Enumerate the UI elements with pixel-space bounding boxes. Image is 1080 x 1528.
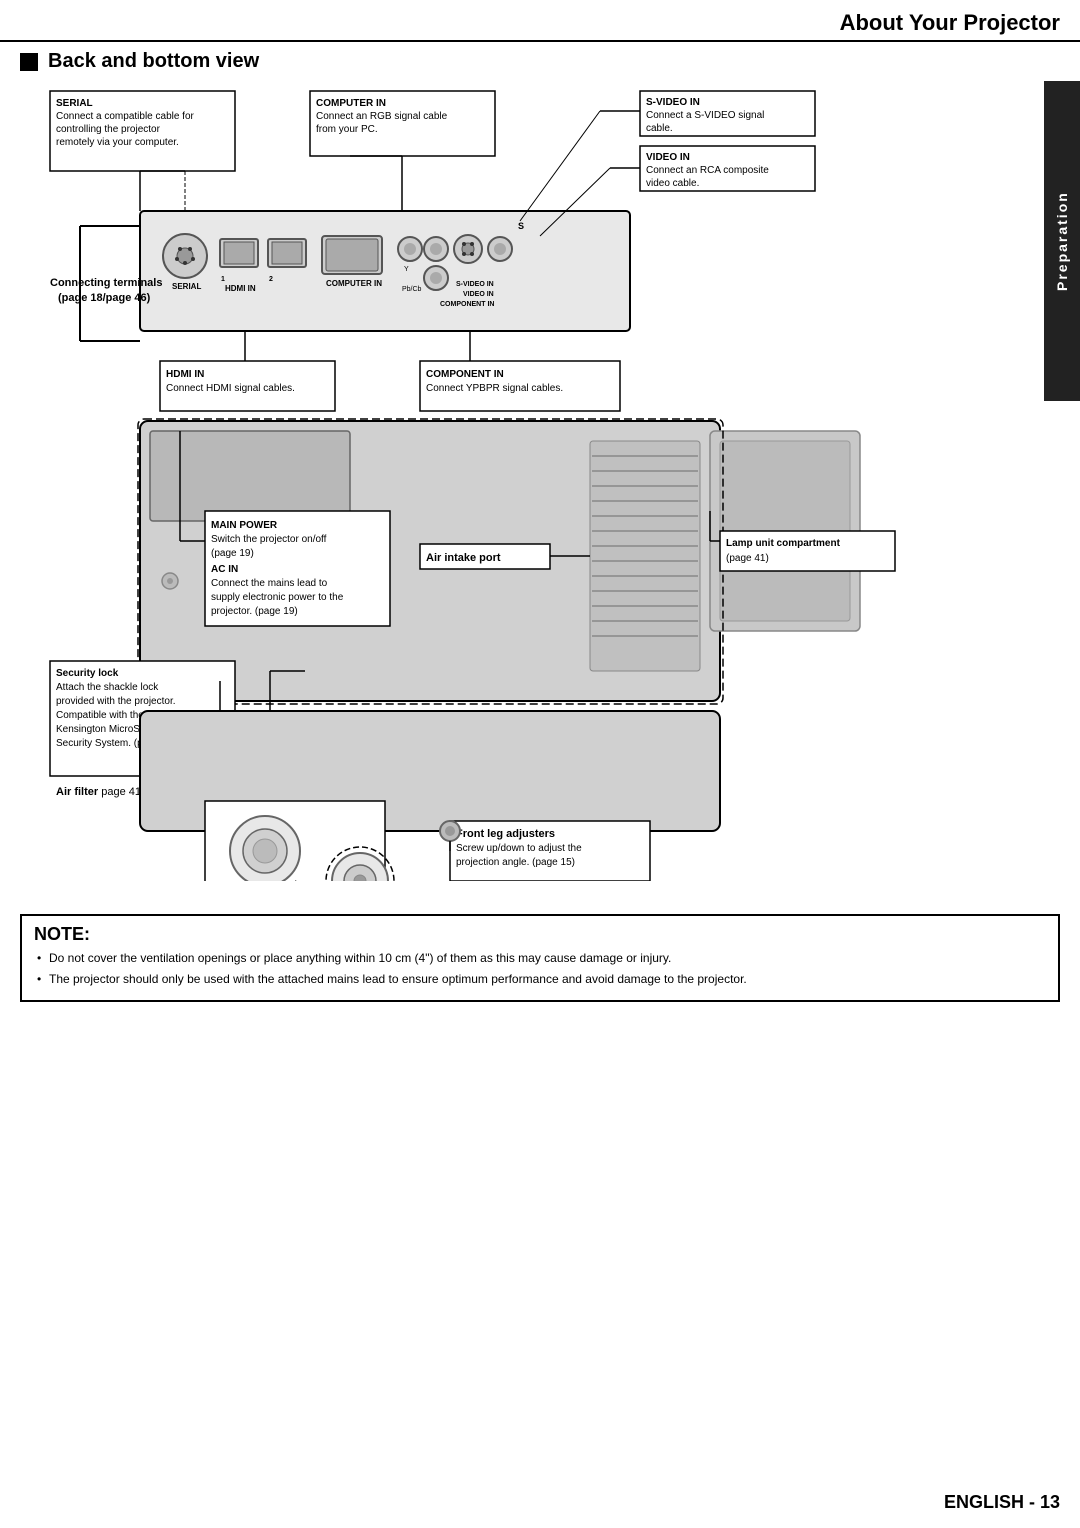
- svg-text:COMPUTER IN: COMPUTER IN: [326, 279, 382, 288]
- svg-text:Connecting terminals: Connecting terminals: [50, 277, 162, 289]
- svg-text:Air filter page 41: Air filter page 41: [56, 786, 141, 798]
- section-title: Back and bottom view: [48, 50, 259, 73]
- svg-text:projector. (page 19): projector. (page 19): [211, 606, 298, 617]
- page-title: About Your Projector: [840, 10, 1060, 36]
- main-diagram: SERIAL Connect a compatible cable for co…: [20, 81, 1040, 881]
- svg-text:VIDEO IN: VIDEO IN: [463, 291, 494, 298]
- svg-text:S-VIDEO IN: S-VIDEO IN: [456, 281, 494, 288]
- svg-text:SERIAL: SERIAL: [172, 282, 201, 291]
- note-item-1: Do not cover the ventilation openings or…: [34, 950, 1046, 967]
- svg-text:Front leg adjusters: Front leg adjusters: [456, 828, 555, 840]
- svg-text:controlling the projector: controlling the projector: [56, 124, 161, 135]
- svg-text:Air intake port: Air intake port: [426, 552, 501, 564]
- svg-text:VIDEO IN: VIDEO IN: [646, 152, 690, 163]
- section-title-bar: Back and bottom view: [0, 42, 1080, 81]
- svg-text:Connect a compatible cable for: Connect a compatible cable for: [56, 111, 195, 122]
- svg-text:cable.: cable.: [646, 123, 673, 134]
- section-icon: [20, 53, 38, 71]
- svg-text:(page 18/page 46): (page 18/page 46): [58, 292, 151, 304]
- note-section: NOTE: Do not cover the ventilation openi…: [20, 914, 1060, 1002]
- svg-text:COMPONENT IN: COMPONENT IN: [426, 369, 504, 380]
- svg-text:Connect an RGB signal cable: Connect an RGB signal cable: [316, 111, 448, 122]
- svg-text:SERIAL: SERIAL: [56, 98, 93, 109]
- svg-text:S-VIDEO IN: S-VIDEO IN: [646, 97, 700, 108]
- svg-text:(page 41): (page 41): [726, 553, 769, 564]
- svg-text:Connect HDMI signal cables.: Connect HDMI signal cables.: [166, 383, 295, 394]
- svg-text:Screw up/down to adjust the: Screw up/down to adjust the: [456, 843, 582, 854]
- page-footer: ENGLISH - 13: [944, 1492, 1060, 1513]
- svg-text:COMPUTER IN: COMPUTER IN: [316, 98, 386, 109]
- main-content: Preparation SERIAL Connect a compatible …: [0, 81, 1080, 904]
- svg-text:Security lock: Security lock: [56, 668, 119, 679]
- note-item-2: The projector should only be used with t…: [34, 971, 1046, 988]
- svg-text:2: 2: [269, 276, 273, 283]
- svg-text:(page 19): (page 19): [211, 548, 254, 559]
- svg-text:Connect an RCA composite: Connect an RCA composite: [646, 165, 769, 176]
- svg-text:video cable.: video cable.: [646, 178, 699, 189]
- page: About Your Projector Back and bottom vie…: [0, 0, 1080, 1528]
- svg-text:MAIN POWER: MAIN POWER: [211, 520, 278, 531]
- page-header: About Your Projector: [0, 0, 1080, 42]
- svg-text:Attach the shackle lock: Attach the shackle lock: [56, 682, 159, 693]
- svg-text:Switch the projector on/off: Switch the projector on/off: [211, 534, 327, 545]
- svg-text:HDMI IN: HDMI IN: [225, 284, 256, 293]
- note-title: NOTE:: [34, 924, 1046, 945]
- svg-text:projection angle. (page 15): projection angle. (page 15): [456, 857, 575, 868]
- svg-text:AC IN: AC IN: [211, 564, 238, 575]
- svg-text:from your PC.: from your PC.: [316, 124, 378, 135]
- svg-text:1: 1: [221, 276, 225, 283]
- svg-text:S: S: [518, 221, 524, 231]
- svg-text:Pb/Cb: Pb/Cb: [402, 286, 422, 293]
- svg-text:HDMI IN: HDMI IN: [166, 369, 204, 380]
- svg-text:remotely via your computer.: remotely via your computer.: [56, 137, 179, 148]
- svg-text:Connect the mains lead to: Connect the mains lead to: [211, 578, 328, 589]
- svg-text:provided with the projector.: provided with the projector.: [56, 696, 176, 707]
- svg-text:Lamp unit compartment: Lamp unit compartment: [726, 538, 841, 549]
- svg-text:COMPONENT IN: COMPONENT IN: [440, 301, 494, 308]
- diagram-container: SERIAL Connect a compatible cable for co…: [20, 81, 1060, 884]
- svg-text:Connect YPBPR signal cables.: Connect YPBPR signal cables.: [426, 383, 563, 394]
- svg-text:supply electronic power to the: supply electronic power to the: [211, 592, 344, 603]
- svg-text:Connect a S-VIDEO signal: Connect a S-VIDEO signal: [646, 110, 764, 121]
- svg-text:Compatible with the: Compatible with the: [56, 710, 144, 721]
- svg-text:Y: Y: [404, 266, 409, 273]
